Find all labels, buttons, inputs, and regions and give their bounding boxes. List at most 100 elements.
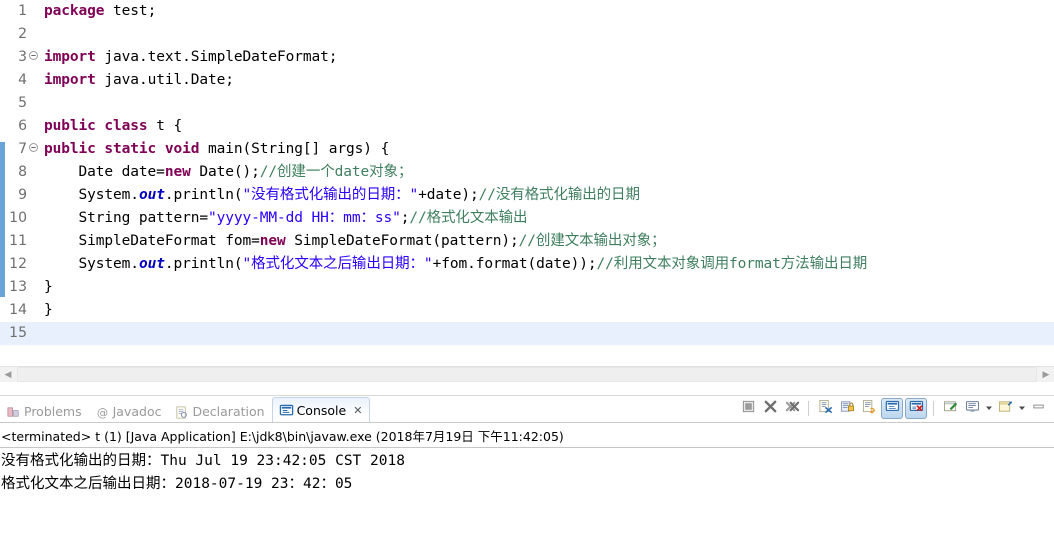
close-icon[interactable]: ✕ (353, 404, 362, 417)
code-token: //创建一个date对象； (259, 164, 413, 180)
code-text: import java.text.SimpleDateFormat; (39, 46, 338, 69)
code-token: System. (44, 256, 140, 272)
code-line[interactable]: 7 public static void main(String[] args) … (0, 138, 1054, 161)
code-token: +date); (418, 187, 479, 203)
show-console-on-error-button[interactable] (905, 398, 927, 419)
code-line[interactable]: 6 public class t { (0, 115, 1054, 138)
code-token: import (44, 72, 105, 88)
code-token: //没有格式化输出的日期 (478, 187, 640, 203)
line-number: 11 (9, 233, 27, 249)
code-line[interactable]: 10 String pattern="yyyy-MM-dd HH：mm：ss";… (0, 207, 1054, 230)
tabbar-underline (0, 422, 1054, 423)
panel-tab-problems[interactable]: Problems (0, 400, 89, 423)
panel-tab-console[interactable]: Console ✕ (271, 397, 371, 423)
fold-collapse-icon[interactable] (28, 46, 39, 69)
tab-label: Javadoc (112, 404, 162, 419)
bottom-view-stack: Problems @ Javadoc Declaration Console ✕ <ter… (0, 395, 1054, 539)
code-token: String pattern= (44, 210, 209, 226)
display-console-dropdown[interactable] (984, 399, 993, 418)
code-text (39, 322, 53, 345)
code-token: //创建文本输出对象； (518, 233, 666, 249)
editor-horizontal-scrollbar[interactable]: ◀ ▶ (0, 366, 1054, 382)
console-err-icon (909, 399, 924, 418)
line-number: 12 (9, 256, 27, 272)
scroll-lock-icon (840, 399, 855, 418)
code-line[interactable]: 11 SimpleDateFormat fom=new SimpleDateFo… (0, 230, 1054, 253)
fold-collapse-icon[interactable] (28, 138, 39, 161)
line-number: 14 (9, 302, 27, 318)
code-lines-container[interactable]: 1 package test; 2 3 import java.text.Simple… (0, 0, 1054, 345)
view-tabbar[interactable]: Problems @ Javadoc Declaration Console ✕ (0, 396, 1054, 423)
problems-icon (6, 405, 20, 419)
scroll-right-arrow-icon[interactable]: ▶ (1038, 367, 1054, 382)
code-line[interactable]: 14} (0, 299, 1054, 322)
code-token: t { (156, 118, 183, 134)
console-icon (279, 403, 293, 417)
java-editor[interactable]: 1 package test; 2 3 import java.text.Simple… (0, 0, 1054, 395)
code-text: } (39, 276, 53, 299)
console-toolbar[interactable] (738, 396, 1054, 423)
code-token: test; (113, 3, 157, 19)
console-output[interactable]: 没有格式化输出的日期：Thu Jul 19 23:42:05 CST 2018 格… (0, 448, 1054, 539)
code-token: System. (44, 187, 140, 203)
clear-console-button[interactable] (815, 399, 835, 418)
code-token: } (44, 302, 53, 318)
open-console-dropdown[interactable] (1017, 399, 1026, 418)
code-line[interactable]: 4 import java.util.Date; (0, 69, 1054, 92)
code-line[interactable]: 3 import java.text.SimpleDateFormat; (0, 46, 1054, 69)
eclipse-workbench: 1 package test; 2 3 import java.text.Simple… (0, 0, 1054, 539)
declaration-icon (174, 405, 188, 419)
minimize-button[interactable] (1028, 399, 1048, 418)
code-text: SimpleDateFormat fom=new SimpleDateForma… (39, 230, 666, 253)
line-number: 5 (18, 95, 27, 111)
scroll-track[interactable] (17, 367, 1037, 382)
display-selected-console-button[interactable] (962, 399, 982, 418)
line-number: 10 (9, 210, 27, 226)
code-line[interactable]: 2 (0, 23, 1054, 46)
terminate-all-button[interactable] (738, 399, 758, 418)
tab-label: Console (296, 402, 347, 418)
code-token: "yyyy-MM-dd HH：mm：ss" (207, 210, 401, 226)
pin-console-button[interactable] (940, 399, 960, 418)
line-number: 1 (18, 3, 27, 19)
code-token: "没有格式化输出的日期：" (242, 187, 419, 203)
line-number: 4 (18, 72, 27, 88)
display-console-icon (965, 399, 980, 418)
code-token: Date date= (44, 164, 165, 180)
line-number: 13 (9, 279, 27, 295)
chevron-down-icon (985, 404, 993, 414)
code-token: package (44, 3, 114, 19)
code-token: +fom.format(date)); (432, 256, 597, 272)
scroll-lock-button[interactable] (837, 399, 857, 418)
show-console-on-output-button[interactable] (881, 398, 903, 419)
code-text: public class t { (39, 115, 182, 138)
code-token: public class (44, 118, 157, 134)
scroll-left-arrow-icon[interactable]: ◀ (0, 367, 16, 382)
console-process-header: <terminated> t (1) [Java Application] E:… (1, 429, 564, 444)
code-line[interactable]: 15 (0, 322, 1054, 345)
code-line[interactable]: 5 (0, 92, 1054, 115)
code-line[interactable]: 1 package test; (0, 0, 1054, 23)
panel-tab-javadoc[interactable]: @ Javadoc (89, 400, 169, 423)
code-text: System.out.println("格式化文本之后输出日期："+fom.fo… (39, 253, 868, 276)
code-line[interactable]: 9 System.out.println("没有格式化输出的日期："+date)… (0, 184, 1054, 207)
code-token: .println( (164, 256, 243, 272)
code-line[interactable]: 12 System.out.println("格式化文本之后输出日期："+fom… (0, 253, 1054, 276)
code-token: out (138, 187, 165, 203)
minimize-icon (1031, 399, 1046, 418)
panel-tab-declaration[interactable]: Declaration (168, 400, 271, 423)
remove-launch-button[interactable] (760, 399, 780, 418)
code-line[interactable]: 13} (0, 276, 1054, 299)
remove-all-terminated-button[interactable] (782, 399, 802, 418)
stop-square-icon (741, 399, 756, 418)
word-wrap-icon (862, 399, 877, 418)
code-line[interactable]: 8 Date date=new Date();//创建一个date对象； (0, 161, 1054, 184)
code-token: java.text.SimpleDateFormat; (104, 49, 338, 65)
code-token: //利用文本对象调用format方法输出日期 (596, 256, 868, 272)
open-console-button[interactable] (995, 399, 1015, 418)
javadoc-icon: @ (95, 405, 109, 419)
line-number: 7 (18, 141, 27, 157)
remove-x-icon (763, 399, 778, 418)
word-wrap-button[interactable] (859, 399, 879, 418)
